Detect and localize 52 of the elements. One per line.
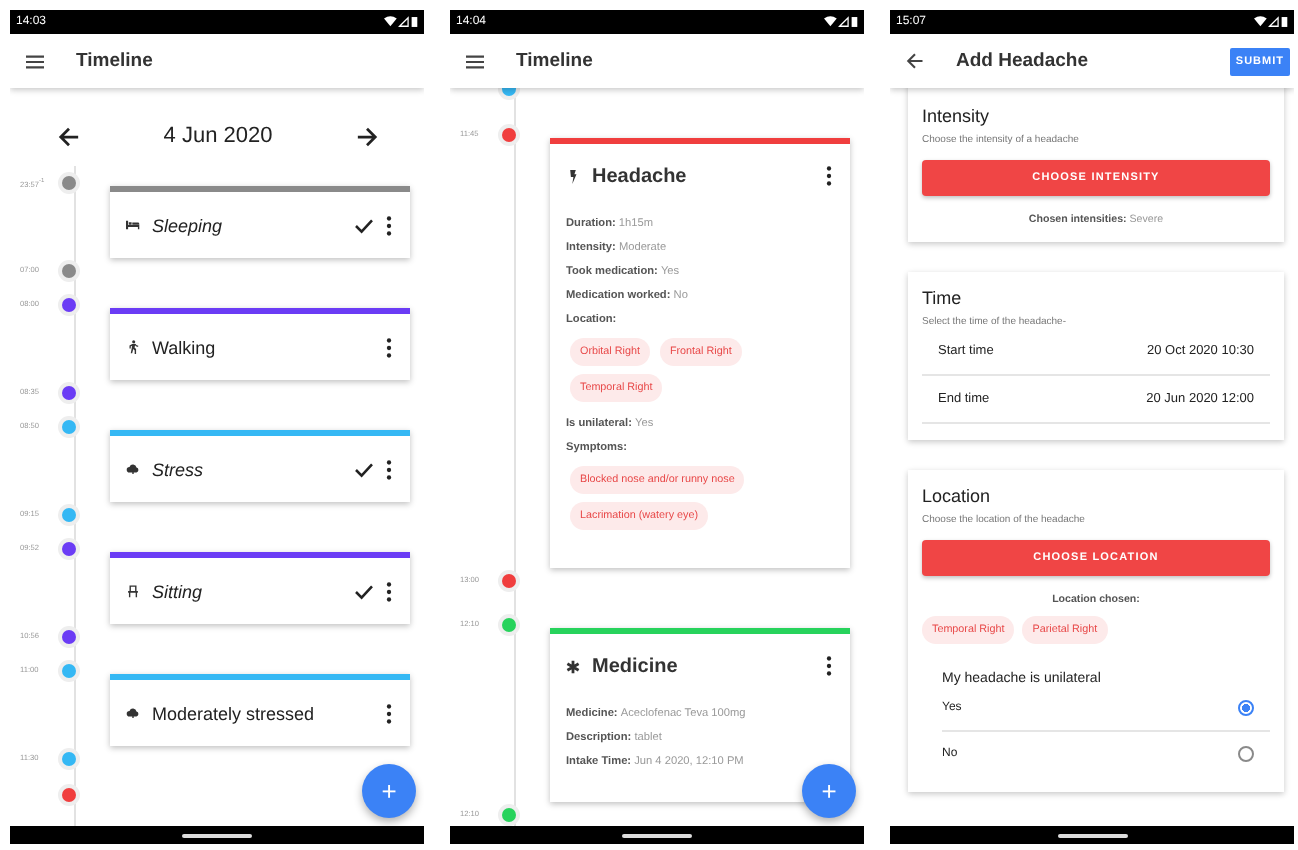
event-card[interactable]: Moderately stressed [110, 674, 410, 746]
home-handle[interactable] [182, 833, 252, 837]
check-icon[interactable] [354, 583, 374, 599]
screen-title: Timeline [516, 50, 593, 72]
cloud-icon [126, 462, 140, 476]
status-icons [384, 16, 418, 28]
more-options-icon[interactable] [826, 166, 832, 186]
screen-title: Add Headache [956, 50, 1088, 72]
home-handle[interactable] [1057, 833, 1127, 837]
radio-button[interactable] [1238, 700, 1254, 716]
bolt-icon [566, 169, 580, 183]
status-icons [824, 16, 858, 28]
event-title: Medicine [592, 655, 678, 677]
section-title: Time [922, 288, 964, 308]
more-options-icon[interactable] [386, 215, 392, 235]
more-options-icon[interactable] [386, 337, 392, 357]
asterisk-icon [566, 659, 580, 673]
event-title: Sleeping [152, 215, 223, 235]
event-title: Walking [152, 337, 216, 357]
chair-icon [126, 584, 140, 598]
event-title: Stress [152, 459, 204, 479]
section-title: Location [922, 486, 993, 506]
event-card[interactable]: Sleeping [110, 186, 410, 258]
check-icon[interactable] [354, 217, 374, 233]
event-card[interactable]: Sitting [110, 552, 410, 624]
arrow-left-icon[interactable] [58, 125, 80, 147]
check-icon[interactable] [354, 461, 374, 477]
event-title: Sitting [152, 581, 203, 601]
event-card[interactable] [550, 138, 850, 568]
add-button[interactable]: + [802, 764, 856, 818]
event-title: Headache [592, 165, 687, 187]
arrow-right-icon[interactable] [356, 125, 378, 147]
home-handle[interactable] [622, 833, 692, 837]
event-card[interactable]: Stress [110, 430, 410, 502]
more-options-icon[interactable] [386, 581, 392, 601]
more-options-icon[interactable] [386, 703, 392, 723]
menu-icon[interactable] [26, 53, 44, 69]
menu-icon[interactable] [466, 53, 484, 69]
date-label: 4 Jun 2020 [163, 124, 273, 148]
section-title: Intensity [922, 106, 992, 126]
status-icons [1254, 16, 1288, 28]
event-card[interactable]: Walking [110, 308, 410, 380]
screen-title: Timeline [76, 50, 153, 72]
radio-button[interactable] [1238, 746, 1254, 762]
more-options-icon[interactable] [386, 459, 392, 479]
bed-icon [126, 218, 140, 232]
more-options-icon[interactable] [826, 656, 832, 676]
cloud-icon [126, 706, 140, 720]
walking-person-icon [126, 340, 140, 354]
event-title: Moderately stressed [152, 703, 315, 723]
back-arrow-icon[interactable] [906, 52, 924, 70]
add-button[interactable]: + [362, 764, 416, 818]
